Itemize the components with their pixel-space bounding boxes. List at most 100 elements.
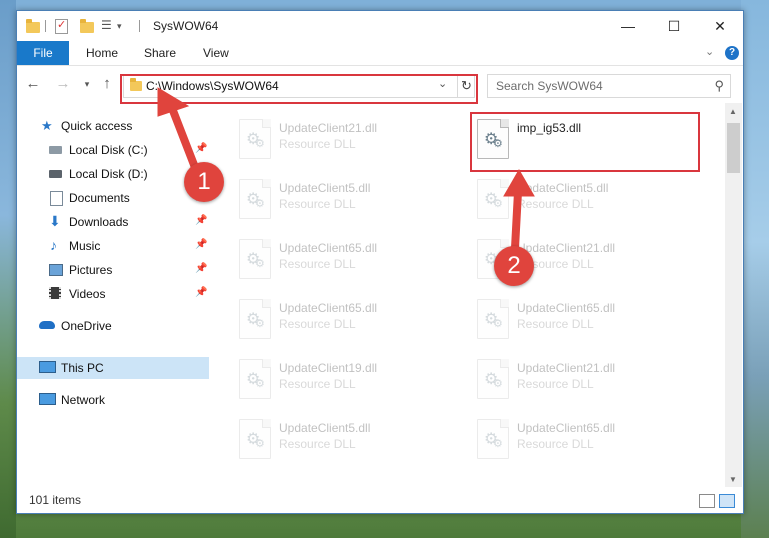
dll-file-icon: ⚙⚙ — [477, 419, 509, 459]
customize-toolbar-icon[interactable]: ☰ — [101, 18, 117, 34]
file-name: UpdateClient21.dll — [279, 121, 378, 135]
cloud-icon — [39, 321, 55, 329]
scroll-down-icon[interactable]: ▼ — [729, 475, 737, 484]
dll-file-icon: ⚙⚙ — [477, 359, 509, 399]
file-name: UpdateClient5.dll — [517, 181, 609, 195]
pin-icon[interactable]: 📌 — [195, 239, 207, 250]
network-icon — [39, 393, 56, 405]
sidebar-item-pictures[interactable]: Pictures 📌 — [17, 259, 209, 281]
file-name: UpdateClient19.dll — [279, 361, 378, 375]
file-item[interactable]: ⚙⚙ UpdateClient21.dll Resource DLL — [471, 355, 691, 405]
large-icons-view-icon[interactable] — [719, 494, 735, 508]
scroll-thumb[interactable] — [727, 123, 740, 173]
recent-locations-button[interactable]: ▾ — [77, 74, 97, 94]
file-item[interactable]: ⚙ ⚙ UpdateClient65.dll Resource DLL — [471, 295, 691, 345]
scroll-up-icon[interactable]: ▲ — [729, 107, 737, 116]
close-button[interactable]: ✕ — [697, 11, 743, 41]
sidebar-item-downloads[interactable]: ⬇ Downloads 📌 — [17, 211, 209, 233]
file-item[interactable]: ⚙ ⚙ UpdateClient5.dll Resource DLL — [233, 175, 453, 225]
sidebar-item-label: This PC — [61, 361, 104, 375]
sidebar-item-label: Music — [69, 239, 101, 253]
monitor-icon — [39, 361, 56, 373]
chevron-down-icon[interactable]: ▾ — [117, 21, 133, 37]
file-type: Resource DLL — [279, 197, 356, 211]
file-type: Resource DLL — [517, 437, 594, 451]
address-bar-highlight — [120, 74, 478, 104]
sidebar-item-quick-access[interactable]: ★ Quick access — [17, 115, 209, 137]
film-icon — [49, 287, 61, 299]
step-callout-2: 2 — [494, 246, 534, 286]
file-name: UpdateClient65.dll — [279, 241, 378, 255]
sidebar-item-local-disk-c[interactable]: Local Disk (C:) 📌 — [17, 139, 209, 161]
dll-file-icon: ⚙⚙ — [239, 299, 271, 339]
sidebar-item-music[interactable]: ♪ Music 📌 — [17, 235, 209, 257]
file-item[interactable]: ⚙ ⚙ UpdateClient65.dll Resource DLL — [233, 235, 453, 285]
drive-icon — [49, 170, 62, 178]
file-name: UpdateClient65.dll — [517, 301, 616, 315]
file-tab[interactable]: File — [17, 41, 69, 65]
tab-home[interactable]: Home — [86, 41, 118, 65]
sidebar-item-label: Local Disk (C:) — [69, 143, 148, 157]
item-count: 101 items — [29, 493, 82, 507]
file-name: UpdateClient21.dll — [517, 361, 616, 375]
pin-icon[interactable]: 📌 — [195, 263, 207, 274]
search-box[interactable]: Search SysWOW64 ⚲ — [487, 74, 731, 98]
file-type: Resource DLL — [279, 437, 356, 451]
search-input[interactable]: Search SysWOW64 — [496, 79, 603, 93]
back-button[interactable]: ← — [23, 74, 43, 94]
window-title: SysWOW64 — [153, 19, 219, 33]
drive-icon — [49, 146, 62, 154]
step-callout-1: 1 — [184, 162, 224, 202]
desktop-background-right — [741, 0, 769, 538]
minimize-button[interactable]: — — [605, 11, 651, 41]
sidebar-item-this-pc[interactable]: This PC — [17, 357, 209, 379]
music-note-icon: ♪ — [50, 237, 57, 253]
sidebar-item-label: Documents — [69, 191, 130, 205]
file-item[interactable]: ⚙⚙ UpdateClient21.dll Resource DLL — [233, 115, 453, 165]
download-arrow-icon: ⬇ — [49, 213, 61, 229]
tab-view[interactable]: View — [203, 41, 229, 65]
status-bar: 101 items — [17, 489, 743, 513]
sidebar-item-label: OneDrive — [61, 319, 112, 333]
divider — [45, 20, 46, 32]
file-name: UpdateClient65.dll — [279, 301, 378, 315]
dll-file-icon: ⚙⚙ — [239, 179, 271, 219]
pin-icon[interactable]: 📌 — [195, 143, 207, 154]
vertical-scrollbar[interactable]: ▲ ▼ — [725, 103, 742, 487]
maximize-button[interactable]: ☐ — [651, 11, 697, 41]
file-item[interactable]: ⚙ ⚙ UpdateClient5.dll Resource DLL — [233, 415, 453, 465]
sidebar-item-onedrive[interactable]: OneDrive — [17, 315, 209, 337]
file-item[interactable]: ⚙ ⚙ UpdateClient5.dll Resource DLL — [471, 175, 691, 225]
file-item[interactable]: ⚙ ⚙ UpdateClient19.dll Resource DLL — [233, 355, 453, 405]
pin-icon[interactable]: 📌 — [195, 287, 207, 298]
new-folder-icon[interactable] — [79, 18, 95, 34]
details-view-icon[interactable] — [699, 494, 715, 508]
file-type: Resource DLL — [517, 377, 594, 391]
file-type: Resource DLL — [279, 377, 356, 391]
search-icon: ⚲ — [714, 78, 724, 93]
dll-file-icon: ⚙⚙ — [239, 239, 271, 279]
up-button[interactable]: ↑ — [97, 74, 117, 94]
sidebar-item-label: Pictures — [69, 263, 113, 277]
sidebar-item-documents[interactable]: Documents 📌 — [17, 187, 209, 209]
pin-icon[interactable]: 📌 — [195, 215, 207, 226]
file-highlight — [470, 112, 700, 172]
navigation-pane: ★ Quick access Local Disk (C:) 📌 Local D… — [17, 103, 213, 491]
help-icon[interactable]: ? — [725, 46, 739, 60]
dll-file-icon: ⚙⚙ — [239, 419, 271, 459]
pictures-icon — [49, 264, 63, 276]
sidebar-item-network[interactable]: Network — [17, 389, 209, 411]
file-item[interactable]: ⚙ ⚙ UpdateClient65.dll Resource DLL — [471, 415, 691, 465]
sidebar-item-label: Local Disk (D:) — [69, 167, 148, 181]
forward-button[interactable]: → — [53, 74, 73, 94]
tab-share[interactable]: Share — [144, 41, 176, 65]
sidebar-item-local-disk-d[interactable]: Local Disk (D:) — [17, 163, 209, 185]
sidebar-item-videos[interactable]: Videos 📌 — [17, 283, 209, 305]
file-item[interactable]: ⚙ ⚙ UpdateClient65.dll Resource DLL — [233, 295, 453, 345]
title-bar: ✓ ☰ ▾ SysWOW64 — ☐ ✕ — [17, 11, 743, 41]
file-type: Resource DLL — [279, 137, 356, 151]
desktop-background-left — [0, 0, 16, 538]
properties-icon[interactable]: ✓ — [55, 19, 68, 34]
sidebar-item-label: Quick access — [61, 119, 133, 133]
expand-ribbon-icon[interactable]: ⌄ — [705, 45, 714, 58]
